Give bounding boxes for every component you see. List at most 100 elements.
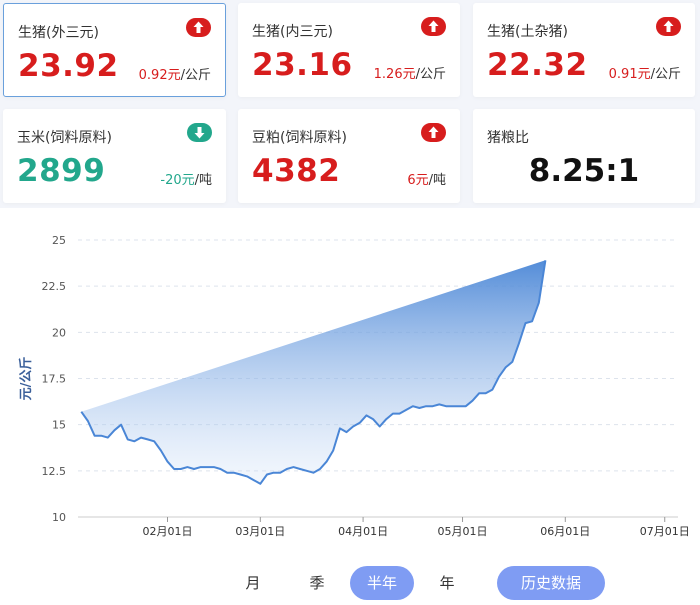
card-change: 0.91元/公斤: [608, 67, 681, 82]
data-point: [160, 450, 162, 452]
data-point: [94, 435, 96, 437]
x-tick-label: 02月01日: [143, 525, 193, 538]
data-point: [651, 208, 653, 209]
data-point: [551, 208, 553, 209]
data-point: [239, 474, 241, 476]
data-point: [624, 208, 626, 209]
data-point: [564, 208, 566, 209]
data-point: [226, 472, 228, 474]
data-point: [531, 320, 533, 322]
data-point: [584, 208, 586, 209]
data-point: [498, 376, 500, 378]
data-point: [319, 468, 321, 470]
card-price: 2899: [17, 153, 106, 189]
data-point: [578, 208, 580, 209]
price-card-pig-neisanyuan[interactable]: 生猪(内三元) 23.16 1.26元/公斤: [238, 3, 460, 97]
data-point: [392, 413, 394, 415]
card-change: 6元/吨: [407, 173, 446, 188]
card-change: 0.92元/公斤: [138, 68, 211, 83]
data-point: [597, 208, 599, 209]
data-point: [167, 461, 169, 463]
card-name: 生猪(土杂猪): [487, 24, 568, 40]
down-arrow-icon: [187, 123, 212, 142]
data-point: [518, 342, 520, 344]
data-point: [246, 475, 248, 477]
data-point: [213, 466, 215, 468]
x-tick-label: 04月01日: [338, 525, 388, 538]
data-point: [425, 405, 427, 407]
data-point: [80, 411, 82, 413]
y-tick-label: 12.5: [42, 465, 67, 478]
data-point: [452, 405, 454, 407]
x-tick-label: 03月01日: [235, 525, 285, 538]
data-point: [372, 418, 374, 420]
data-point: [445, 405, 447, 407]
data-point: [200, 466, 202, 468]
range-button-year[interactable]: 年: [416, 566, 478, 600]
data-point: [405, 409, 407, 411]
data-point: [253, 479, 255, 481]
pig-grain-ratio-card[interactable]: 猪粮比 8.25:1: [473, 109, 695, 203]
data-point: [127, 438, 129, 440]
data-point: [511, 361, 513, 363]
x-tick-label: 07月01日: [640, 525, 690, 538]
data-point: [359, 422, 361, 424]
data-point: [538, 302, 540, 304]
data-point: [346, 431, 348, 433]
data-point: [206, 466, 208, 468]
data-point: [186, 466, 188, 468]
up-arrow-icon: [186, 18, 211, 37]
card-name: 玉米(饲料原料): [17, 130, 112, 146]
card-price: 23.92: [18, 48, 119, 84]
price-card-pig-waisanyuan[interactable]: 生猪(外三元) 23.92 0.92元/公斤: [3, 3, 226, 97]
card-name: 生猪(内三元): [252, 24, 333, 40]
data-point: [604, 208, 606, 209]
card-name: 豆粕(饲料原料): [252, 130, 347, 146]
data-point: [472, 400, 474, 402]
data-point: [259, 483, 261, 485]
y-tick-label: 10: [52, 511, 66, 524]
data-point: [153, 440, 155, 442]
data-point: [332, 450, 334, 452]
price-chart: 10 12.5 15 17.5 20 22.5 25 02月01日 03月01日 04月01日 05…: [0, 208, 700, 605]
x-tick-label: 05月01日: [438, 525, 488, 538]
data-point: [644, 208, 646, 209]
data-point: [485, 392, 487, 394]
range-button-quarter[interactable]: 季: [286, 566, 348, 600]
y-tick-label: 20: [52, 326, 66, 339]
y-tick-label: 22.5: [42, 280, 67, 293]
data-point: [173, 468, 175, 470]
data-point: [525, 322, 527, 324]
card-price: 23.16: [252, 47, 353, 83]
price-card-pig-tuzazhu[interactable]: 生猪(土杂猪) 22.32 0.91元/公斤: [473, 3, 695, 97]
up-arrow-icon: [421, 17, 446, 36]
data-point: [312, 472, 314, 474]
data-point: [306, 470, 308, 472]
history-data-button[interactable]: 历史数据: [497, 566, 605, 600]
y-axis-label: 元/公斤: [18, 357, 34, 401]
data-point: [558, 208, 560, 209]
data-point: [140, 437, 142, 439]
data-point: [399, 413, 401, 415]
price-card-corn[interactable]: 玉米(饲料原料) 2899 -20元/吨: [3, 109, 226, 203]
data-point: [677, 208, 679, 209]
data-point: [279, 472, 281, 474]
data-point: [617, 208, 619, 209]
data-point: [591, 208, 593, 209]
up-arrow-icon: [421, 123, 446, 142]
data-point: [193, 468, 195, 470]
card-price: 22.32: [487, 47, 588, 83]
data-point: [220, 468, 222, 470]
area-chart[interactable]: 10 12.5 15 17.5 20 22.5 25 02月01日 03月01日 04月01日 05…: [0, 208, 700, 568]
range-button-half-year[interactable]: 半年: [350, 566, 414, 600]
up-arrow-icon: [656, 17, 681, 36]
price-card-soybean-meal[interactable]: 豆粕(饲料原料) 4382 6元/吨: [238, 109, 460, 203]
data-point: [631, 208, 633, 209]
data-point: [637, 208, 639, 209]
data-point: [465, 405, 467, 407]
data-point: [273, 472, 275, 474]
data-point: [478, 392, 480, 394]
range-button-month[interactable]: 月: [224, 566, 282, 600]
series-area: [81, 260, 546, 484]
data-point: [120, 424, 122, 426]
